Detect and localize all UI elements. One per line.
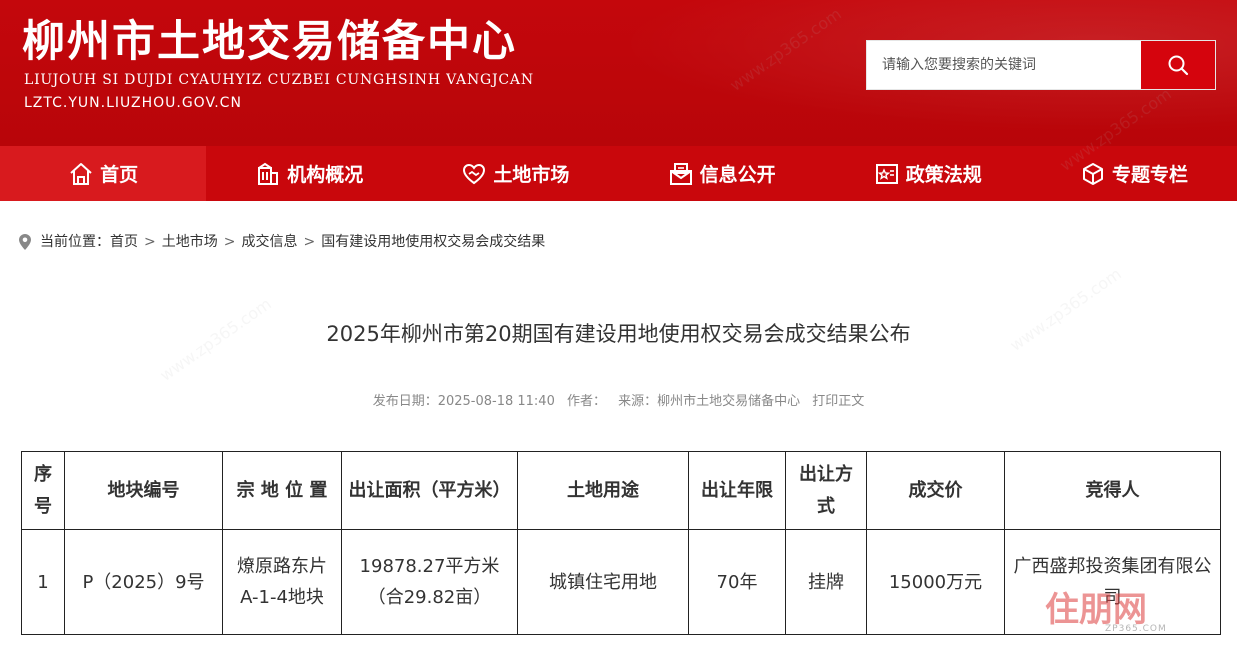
nav-label: 首页 — [100, 164, 139, 186]
header-price: 成交价 — [866, 451, 1005, 530]
site-title-en: LIUJOUH SI DUJDI CYAUHYIZ CUZBEI CUNGHSI… — [24, 72, 534, 88]
nav-item-special[interactable]: 专题专栏 — [1031, 146, 1237, 201]
search-box — [866, 40, 1216, 90]
nav-label: 政策法规 — [905, 164, 982, 186]
article-meta: 发布日期：2025-08-18 11:40 作者： 来源：柳州市土地交易储备中心… — [0, 392, 1237, 412]
breadcrumb-prefix: 当前位置： — [40, 234, 110, 250]
nav-item-land-market[interactable]: 土地市场 — [412, 146, 618, 201]
nav-item-about[interactable]: 机构概况 — [206, 146, 412, 201]
header-term: 出让年限 — [688, 451, 786, 530]
table-row: 1 P（2025）9号 燎原路东片A-1-4地块 19878.27平方米（合29… — [21, 529, 1221, 635]
article-author: 作者： — [566, 394, 606, 409]
cell-parcel-no: P（2025）9号 — [64, 529, 223, 635]
cell-location: 燎原路东片A-1-4地块 — [222, 529, 342, 635]
nav-item-home[interactable]: 首页 — [0, 146, 207, 201]
header-land-use: 土地用途 — [517, 451, 689, 530]
cell-price: 15000万元 — [866, 529, 1005, 635]
search-input[interactable] — [867, 41, 1142, 89]
article-source: 来源：柳州市土地交易储备中心 — [618, 394, 801, 409]
result-table: 序号 地块编号 宗 地 位 置 出让面积（平方米） 土地用途 出让年限 出让方式… — [21, 451, 1221, 635]
breadcrumb-separator: > — [223, 234, 236, 250]
building-icon — [258, 162, 279, 185]
main-nav: 首页 机构概况 土地市场 信息公开 政策法规 专题专栏 — [0, 146, 1237, 201]
breadcrumb-separator: > — [144, 234, 156, 250]
nav-label: 机构概况 — [287, 164, 364, 186]
header-winner: 竞得人 — [1004, 451, 1221, 530]
location-pin-icon — [19, 234, 31, 250]
table-header-row: 序号 地块编号 宗 地 位 置 出让面积（平方米） 土地用途 出让年限 出让方式… — [21, 451, 1221, 530]
nav-item-policy[interactable]: 政策法规 — [825, 146, 1031, 201]
cell-term: 70年 — [688, 529, 786, 635]
header-area: 出让面积（平方米） — [341, 451, 518, 530]
nav-label: 土地市场 — [493, 164, 570, 186]
nav-item-info-public[interactable]: 信息公开 — [619, 146, 825, 201]
breadcrumb-separator: > — [303, 234, 316, 250]
cube-icon — [1082, 162, 1103, 185]
nav-label: 信息公开 — [699, 164, 776, 186]
home-icon — [70, 162, 92, 185]
breadcrumb-land-market[interactable]: 土地市场 — [162, 231, 218, 253]
site-url: LZTC.YUN.LIUZHOU.GOV.CN — [24, 95, 242, 111]
breadcrumb-deal-info[interactable]: 成交信息 — [241, 231, 297, 253]
header-method: 出让方式 — [785, 451, 867, 530]
mail-icon — [669, 162, 692, 185]
article-title: 2025年柳州市第20期国有建设用地使用权交易会成交结果公布 — [326, 322, 911, 346]
cell-winner: 广西盛邦投资集团有限公司 — [1004, 529, 1221, 635]
header-parcel-no: 地块编号 — [64, 451, 223, 530]
breadcrumb-current[interactable]: 国有建设用地使用权交易会成交结果 — [321, 231, 545, 253]
cell-area: 19878.27平方米（合29.82亩） — [341, 529, 518, 635]
cell-method: 挂牌 — [785, 529, 867, 635]
search-icon — [1168, 55, 1189, 76]
header-index: 序号 — [21, 451, 65, 530]
site-title-cn[interactable]: 柳州市土地交易储备中心 — [22, 14, 517, 70]
cell-index: 1 — [21, 529, 65, 635]
nav-label: 专题专栏 — [1111, 164, 1188, 186]
breadcrumb: 当前位置： 首页 > 土地市场 > 成交信息 > 国有建设用地使用权交易会成交结… — [18, 231, 545, 253]
search-button[interactable] — [1141, 41, 1215, 89]
header-location: 宗 地 位 置 — [222, 451, 342, 530]
publish-date: 发布日期：2025-08-18 11:40 — [372, 394, 555, 409]
print-link[interactable]: 打印正文 — [812, 394, 864, 409]
breadcrumb-home[interactable]: 首页 — [110, 231, 138, 253]
star-document-icon — [875, 163, 898, 184]
handshake-heart-icon — [463, 163, 486, 184]
cell-land-use: 城镇住宅用地 — [517, 529, 689, 635]
